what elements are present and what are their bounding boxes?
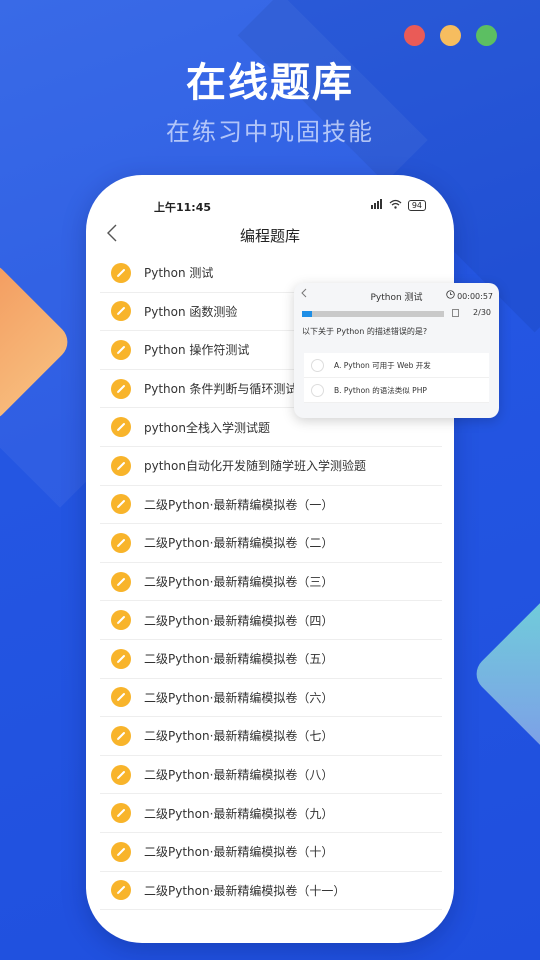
radio-button[interactable] bbox=[311, 383, 324, 397]
radio-button[interactable] bbox=[311, 358, 324, 372]
pencil-icon bbox=[111, 262, 131, 283]
promo-headline: 在线题库 bbox=[186, 60, 354, 106]
pencil-icon bbox=[111, 803, 131, 824]
quiz-progress-fill bbox=[302, 311, 312, 317]
pencil-icon bbox=[111, 841, 131, 862]
pencil-icon bbox=[111, 610, 131, 631]
list-item-label: Python 操作符测试 bbox=[144, 343, 250, 358]
list-item[interactable]: 二级Python·最新精编模拟卷（六） bbox=[100, 679, 442, 718]
pencil-icon bbox=[111, 378, 131, 399]
list-item-label: python全栈入学测试题 bbox=[144, 420, 270, 435]
list-item-label: 二级Python·最新精编模拟卷（一） bbox=[144, 497, 334, 512]
list-item-label: 二级Python·最新精编模拟卷（五） bbox=[144, 652, 334, 667]
decorative-diamond-teal bbox=[469, 589, 540, 759]
option-label: A. Python 可用于 Web 开发 bbox=[334, 360, 431, 370]
list-item-label: python自动化开发随到随学班入学测验题 bbox=[144, 459, 366, 474]
quiz-option[interactable]: A. Python 可用于 Web 开发 bbox=[304, 353, 489, 378]
pencil-icon bbox=[111, 764, 131, 785]
yellow-dot-icon bbox=[440, 25, 461, 46]
list-item-label: Python 测试 bbox=[144, 266, 214, 281]
clock-icon bbox=[445, 290, 458, 301]
list-item-label: 二级Python·最新精编模拟卷（六） bbox=[144, 690, 334, 705]
pencil-icon bbox=[111, 301, 131, 322]
quiz-question: 以下关于 Python 的描述错误的是? bbox=[302, 327, 428, 336]
quiz-progress-bar bbox=[302, 311, 444, 317]
list-item[interactable]: 二级Python·最新精编模拟卷（十） bbox=[100, 833, 442, 872]
pencil-icon bbox=[111, 571, 131, 592]
signal-hd-icon bbox=[369, 199, 383, 212]
promo-subline: 在练习中巩固技能 bbox=[166, 118, 374, 146]
list-item-label: 二级Python·最新精编模拟卷（三） bbox=[144, 575, 334, 590]
status-bar: 上午11:45 94 bbox=[86, 199, 454, 215]
quiz-timer: 00:00:57 bbox=[457, 292, 493, 301]
page-title: 编程题库 bbox=[239, 227, 300, 245]
pencil-icon bbox=[111, 532, 131, 553]
list-item-label: 二级Python·最新精编模拟卷（七） bbox=[144, 729, 334, 744]
list-item[interactable]: 二级Python·最新精编模拟卷（三） bbox=[100, 563, 442, 602]
pencil-icon bbox=[111, 417, 131, 438]
list-item-label: 二级Python·最新精编模拟卷（二） bbox=[144, 536, 334, 551]
list-item[interactable]: 二级Python·最新精编模拟卷（九） bbox=[100, 794, 442, 833]
pencil-icon bbox=[111, 687, 131, 708]
list-item-label: 二级Python·最新精编模拟卷（八） bbox=[144, 768, 334, 783]
pencil-icon bbox=[111, 725, 131, 746]
pencil-icon bbox=[111, 339, 131, 360]
quiz-option[interactable]: B. Python 的语法类似 PHP bbox=[304, 378, 489, 403]
list-item-label: 二级Python·最新精编模拟卷（十一） bbox=[144, 883, 346, 898]
pencil-icon bbox=[111, 880, 131, 901]
nav-bar: 编程题库 bbox=[86, 221, 454, 251]
list-item-label: 二级Python·最新精编模拟卷（四） bbox=[144, 613, 334, 628]
battery-indicator: 94 bbox=[407, 200, 426, 211]
answer-sheet-icon[interactable] bbox=[452, 309, 459, 317]
list-item[interactable]: 二级Python·最新精编模拟卷（五） bbox=[100, 640, 442, 679]
list-item-label: Python 条件判断与循环测试 bbox=[144, 382, 298, 397]
list-item[interactable]: 二级Python·最新精编模拟卷（一） bbox=[100, 486, 442, 525]
list-item-label: Python 函数测验 bbox=[144, 304, 238, 319]
pencil-icon bbox=[111, 455, 131, 476]
window-dots bbox=[404, 25, 497, 46]
status-time: 上午11:45 bbox=[154, 201, 212, 214]
quiz-progress-count: 2/30 bbox=[473, 308, 491, 317]
list-item-label: 二级Python·最新精编模拟卷（九） bbox=[144, 806, 334, 821]
option-label: B. Python 的语法类似 PHP bbox=[334, 385, 427, 395]
list-item[interactable]: python自动化开发随到随学班入学测验题 bbox=[100, 447, 442, 486]
quiz-preview-card: Python 测试 00:00:57 2/30 以下关于 Python 的描述错… bbox=[294, 283, 499, 418]
list-item[interactable]: 二级Python·最新精编模拟卷（四） bbox=[100, 601, 442, 640]
list-item[interactable]: 二级Python·最新精编模拟卷（十一） bbox=[100, 872, 442, 911]
green-dot-icon bbox=[476, 25, 497, 46]
list-item-label: 二级Python·最新精编模拟卷（十） bbox=[144, 845, 334, 860]
red-dot-icon bbox=[404, 25, 425, 46]
list-item[interactable]: 二级Python·最新精编模拟卷（七） bbox=[100, 717, 442, 756]
wifi-icon bbox=[389, 199, 402, 212]
list-item[interactable]: 二级Python·最新精编模拟卷（八） bbox=[100, 756, 442, 795]
pencil-icon bbox=[111, 494, 131, 515]
pencil-icon bbox=[111, 648, 131, 669]
list-item[interactable]: 二级Python·最新精编模拟卷（二） bbox=[100, 524, 442, 563]
